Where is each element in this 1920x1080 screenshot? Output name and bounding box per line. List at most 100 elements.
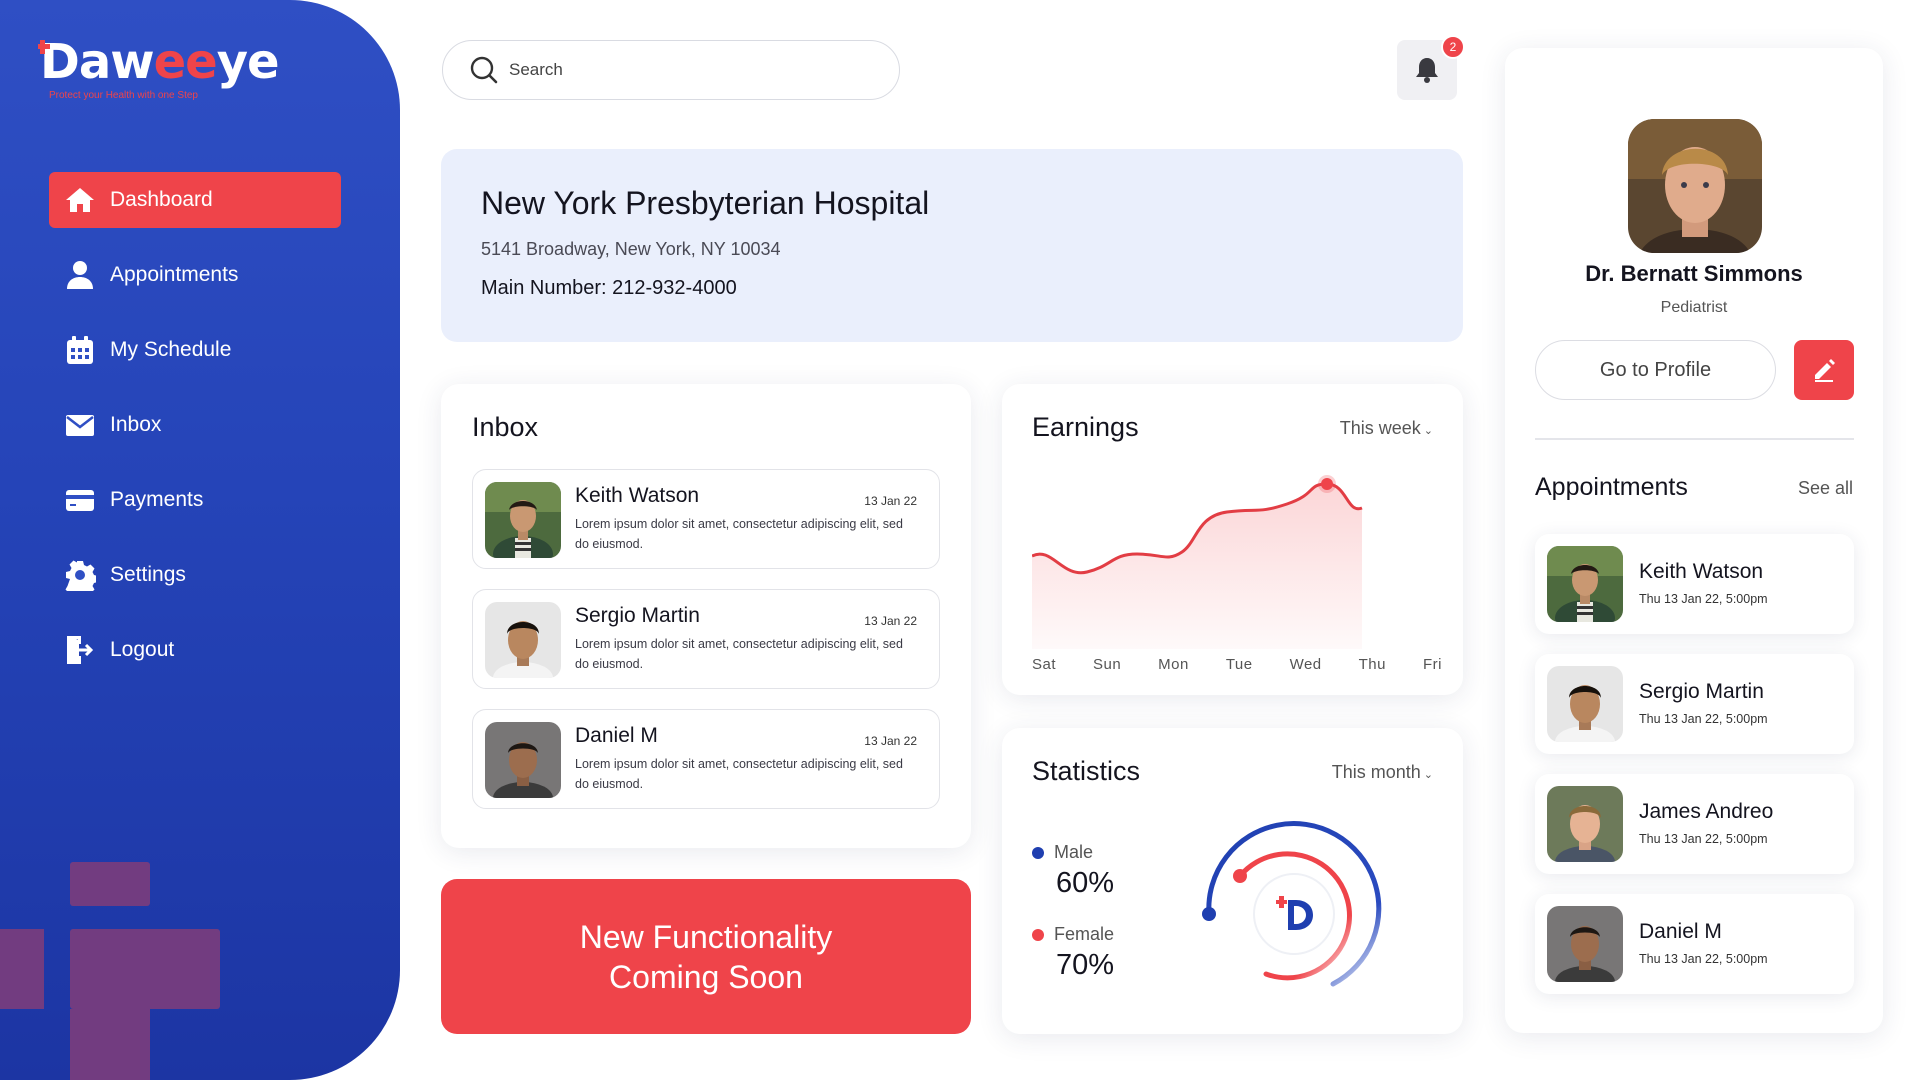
brand-name: Daweeye <box>40 34 280 90</box>
search-input[interactable] <box>509 60 869 80</box>
calendar-icon <box>63 333 97 367</box>
appointment-item[interactable]: Keith Watson Thu 13 Jan 22, 5:00pm <box>1535 534 1854 634</box>
earnings-area-chart <box>1032 475 1363 649</box>
male-label: Male <box>1054 842 1094 862</box>
brand-tagline: Protect your Health with one Step <box>49 90 198 101</box>
avatar <box>1547 666 1623 742</box>
inbox-title: Inbox <box>472 412 539 442</box>
banner-line-1: New Functionality <box>579 918 833 955</box>
brand-logo[interactable]: Daweeye Protect your Health with one Ste… <box>38 34 280 101</box>
male-dot <box>1032 846 1044 859</box>
sidebar-item-label: Appointments <box>110 263 239 286</box>
coming-soon-banner: New Functionality Coming Soon <box>441 879 971 1034</box>
male-arc-end <box>1202 907 1216 921</box>
day-label: Fri <box>1422 656 1442 673</box>
hospital-phone: Main Number: 212-932-4000 <box>481 277 737 299</box>
go-to-profile-button[interactable]: Go to Profile <box>1535 340 1776 400</box>
appointment-item[interactable]: Daniel M Thu 13 Jan 22, 5:00pm <box>1535 894 1854 994</box>
earnings-period-dropdown[interactable]: This week ⌄ <box>1340 418 1433 439</box>
search-bar[interactable] <box>442 40 900 100</box>
day-label: Tue <box>1225 656 1253 673</box>
legend-male: Male <box>1032 842 1114 863</box>
message-preview: Lorem ipsum dolor sit amet, consectetur … <box>575 517 903 551</box>
notifications-button[interactable]: 2 <box>1397 35 1465 100</box>
pencil-icon <box>1815 359 1835 382</box>
chevron-down-icon: ⌄ <box>1423 769 1433 781</box>
notification-count-badge: 2 <box>1441 35 1465 59</box>
female-dot <box>1032 928 1044 941</box>
appointment-item[interactable]: Sergio Martin Thu 13 Jan 22, 5:00pm <box>1535 654 1854 754</box>
bell-icon <box>1416 58 1438 83</box>
search-icon <box>470 56 498 84</box>
doctor-name: Dr. Bernatt Simmons <box>1585 261 1803 286</box>
banner-line-2: Coming Soon <box>609 958 803 995</box>
sidebar-item-label: Payments <box>110 488 204 511</box>
sidebar-item-label: Inbox <box>110 413 162 436</box>
sidebar-item-settings[interactable]: Settings <box>49 547 341 603</box>
earnings-x-axis: Sat Sun Mon Tue Wed Thu Fri <box>1032 656 1442 673</box>
edit-profile-button[interactable] <box>1794 340 1854 400</box>
user-icon <box>63 258 97 292</box>
inbox-message[interactable]: Sergio Martin 13 Jan 22 Lorem ipsum dolo… <box>472 589 940 689</box>
logout-icon <box>63 633 97 667</box>
message-preview: Lorem ipsum dolor sit amet, consectetur … <box>575 757 903 791</box>
doctor-specialty: Pediatrist <box>1660 299 1728 316</box>
decorative-block <box>0 929 44 1009</box>
sidebar: Daweeye Protect your Health with one Ste… <box>0 0 400 1080</box>
inbox-list: Keith Watson 13 Jan 22 Lorem ipsum dolor… <box>472 469 940 809</box>
gear-icon <box>63 558 97 592</box>
statistics-period-dropdown[interactable]: This month ⌄ <box>1332 762 1433 783</box>
avatar <box>485 722 561 798</box>
sidebar-item-label: My Schedule <box>110 338 232 361</box>
female-label: Female <box>1054 924 1115 944</box>
credit-card-icon <box>63 483 97 517</box>
sidebar-item-appointments[interactable]: Appointments <box>49 247 341 303</box>
inbox-message[interactable]: Daniel M 13 Jan 22 Lorem ipsum dolor sit… <box>472 709 940 809</box>
earnings-card: Earnings This week ⌄ Sat Sun Mon Tue Wed … <box>1002 384 1463 695</box>
appointments-list: Keith Watson Thu 13 Jan 22, 5:00pm Sergi… <box>1535 534 1854 1014</box>
appointment-time: Thu 13 Jan 22, 5:00pm <box>1639 712 1768 726</box>
message-date: 13 Jan 22 <box>864 614 917 628</box>
hospital-name: New York Presbyterian Hospital <box>481 185 930 221</box>
day-label: Thu <box>1358 656 1386 673</box>
statistics-ring-chart <box>1202 821 1382 987</box>
appointment-time: Thu 13 Jan 22, 5:00pm <box>1639 592 1768 606</box>
home-icon <box>63 183 97 217</box>
divider <box>1535 438 1854 440</box>
inbox-message[interactable]: Keith Watson 13 Jan 22 Lorem ipsum dolor… <box>472 469 940 569</box>
logo-cross-icon <box>38 40 50 54</box>
sidebar-item-inbox[interactable]: Inbox <box>49 397 341 453</box>
patient-name: Daniel M <box>1639 920 1722 943</box>
day-label: Sun <box>1092 656 1122 673</box>
avatar <box>1547 906 1623 982</box>
sidebar-item-logout[interactable]: Logout <box>49 622 341 678</box>
message-date: 13 Jan 22 <box>864 734 917 748</box>
see-all-link[interactable]: See all <box>1798 478 1853 499</box>
sidebar-item-label: Settings <box>110 563 186 586</box>
appointment-time: Thu 13 Jan 22, 5:00pm <box>1639 832 1768 846</box>
day-label: Wed <box>1289 656 1322 673</box>
hospital-info-card: New York Presbyterian Hospital 5141 Broa… <box>441 149 1463 342</box>
chevron-down-icon: ⌄ <box>1423 425 1433 437</box>
patient-name: Keith Watson <box>1639 560 1764 583</box>
patient-name: James Andreo <box>1639 800 1774 823</box>
inbox-card: Inbox Keith Watson 13 Jan 22 Lorem ipsum… <box>441 384 971 848</box>
decorative-block <box>70 929 220 1009</box>
day-label: Sat <box>1032 656 1057 673</box>
avatar <box>485 482 561 558</box>
appointment-item[interactable]: James Andreo Thu 13 Jan 22, 5:00pm <box>1535 774 1854 874</box>
day-label: Mon <box>1158 656 1189 673</box>
message-date: 13 Jan 22 <box>864 494 917 508</box>
sidebar-item-my-schedule[interactable]: My Schedule <box>49 322 341 378</box>
sidebar-item-payments[interactable]: Payments <box>49 472 341 528</box>
female-value: 70% <box>1056 949 1115 981</box>
sidebar-item-label: Dashboard <box>110 188 213 211</box>
mail-icon <box>63 408 97 442</box>
sidebar-item-dashboard[interactable]: Dashboard <box>49 172 341 228</box>
statistics-legend: Male 60% Female 70% <box>1032 842 1114 982</box>
avatar <box>1547 786 1623 862</box>
earnings-area <box>1032 484 1362 649</box>
decorative-block <box>70 862 150 906</box>
legend-female: Female <box>1032 924 1114 945</box>
avatar <box>485 602 561 678</box>
